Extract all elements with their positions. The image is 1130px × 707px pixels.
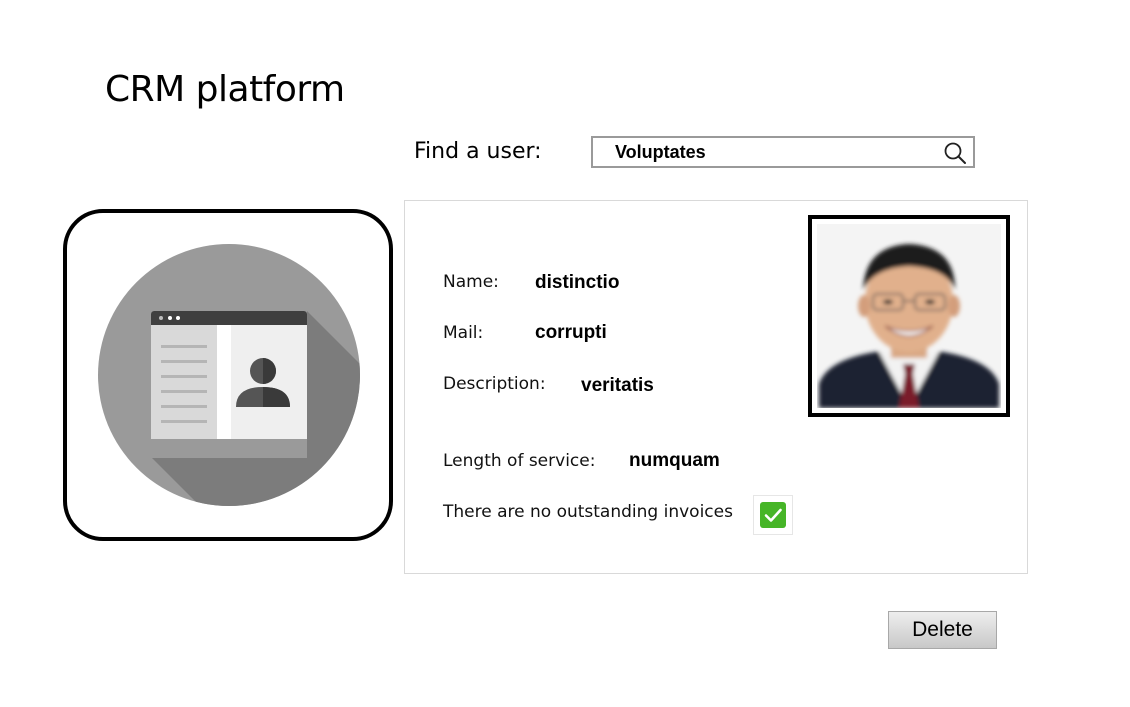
avatar-frame: [63, 209, 393, 541]
description-label: Description:: [443, 374, 546, 394]
user-details-card: Name: distinctio Mail: corrupti Descript…: [404, 200, 1028, 574]
description-value: veritatis: [581, 375, 654, 396]
user-photo: [808, 215, 1010, 417]
length-of-service-value: numquam: [629, 450, 720, 471]
search-input[interactable]: [615, 140, 925, 164]
checkbox-check: [760, 502, 786, 528]
length-of-service-label: Length of service:: [443, 451, 596, 471]
delete-button[interactable]: Delete: [888, 611, 997, 649]
invoices-checkbox[interactable]: [753, 495, 793, 535]
mail-label: Mail:: [443, 323, 484, 343]
name-value: distinctio: [535, 272, 620, 293]
find-user-label: Find a user:: [414, 139, 542, 164]
name-label: Name:: [443, 272, 499, 292]
search-box: [591, 136, 975, 168]
checkmark-icon: [764, 508, 782, 522]
mail-value: corrupti: [535, 322, 607, 343]
search-icon[interactable]: [943, 141, 967, 165]
page-title: CRM platform: [105, 69, 345, 110]
invoices-label: There are no outstanding invoices: [443, 502, 733, 522]
